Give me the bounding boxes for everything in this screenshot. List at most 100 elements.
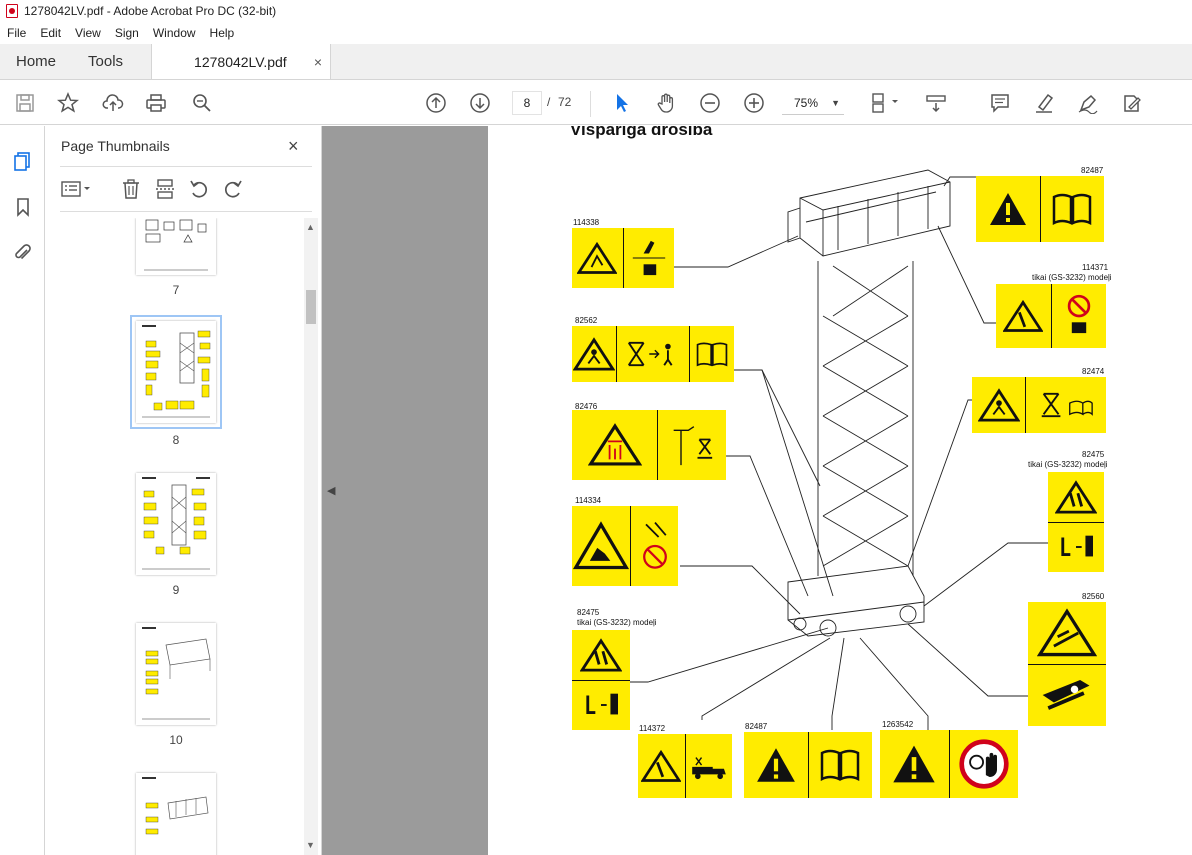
menu-edit[interactable]: Edit [33,26,68,40]
print-icon[interactable] [144,91,168,115]
thumbnail-page-selected[interactable] [130,315,222,429]
prohibited-symbol-icon [1052,284,1107,348]
decal-82476 [572,410,726,480]
tab-home[interactable]: Home [0,44,72,79]
crush-hazard-icon [572,630,630,681]
highlight-pen-icon[interactable] [1032,91,1056,115]
battery-explosion-warning-icon [572,506,632,586]
fall-warning-icon [972,377,1027,433]
tab-document[interactable]: 1278042LV.pdf × [151,44,332,79]
decal-82560 [1028,602,1106,726]
menu-help[interactable]: Help [203,26,242,40]
panel-divider [60,166,312,167]
hand-tool-icon[interactable] [654,91,678,115]
no-operation-hand-icon [950,730,1019,798]
chevron-down-icon: ▼ [831,98,840,108]
thumbnail-label: 7 [172,283,180,297]
collapse-panel-icon[interactable]: ◀ [327,484,335,497]
scrolling-mode-icon[interactable] [924,91,948,115]
scroll-up-icon[interactable]: ▲ [306,222,315,232]
manual-book-icon [690,326,734,382]
crush-hand-warning-icon [1028,602,1106,665]
scroll-down-icon[interactable]: ▼ [306,840,315,850]
lift-and-manual-icon [1026,377,1106,433]
page-thumbnails-icon[interactable] [10,148,36,174]
scrollbar-thumb[interactable] [306,290,316,324]
page-total: 72 [558,95,572,109]
decal-note: tikai (GS-3232) modeļi [1032,273,1112,282]
zoom-in-icon[interactable] [742,91,766,115]
thumbnail-label: 8 [172,433,180,447]
next-page-icon[interactable] [468,91,492,115]
decal-1263542 [880,730,1018,798]
thumbnail-page[interactable] [136,623,216,725]
thumbnail-list: 7 8 9 10 [46,218,302,855]
decal-code: 82475 [577,608,600,617]
zoom-value: 75% [794,96,819,110]
zoom-out-icon[interactable] [698,91,722,115]
decal-114338 [572,228,674,288]
thumbnail-page[interactable] [136,773,216,855]
no-jumper-cables-icon [631,506,678,586]
search-zoom-icon[interactable] [190,91,214,115]
tab-bar: Home Tools 1278042LV.pdf × [0,44,1192,80]
document-view: ◀ Vispārīgā drošība 82487 114338 114371 … [322,126,1192,855]
upload-cloud-icon[interactable] [101,91,125,115]
pdf-page: Vispārīgā drošība 82487 114338 114371 ti… [488,126,1192,855]
thumbnail-label: 9 [172,583,180,597]
thumbnail-scrollbar[interactable]: ▲ ▼ [304,218,318,855]
manual-book-icon [1041,176,1105,242]
decal-code: 114372 [639,724,666,733]
previous-page-icon[interactable] [424,91,448,115]
decal-code: 82560 [1082,592,1105,601]
crush-warning-icon [996,284,1052,348]
tipover-warning-icon [572,228,624,288]
rotate-counterclockwise-icon[interactable] [186,176,212,202]
decal-code: 82562 [575,316,598,325]
comment-icon[interactable] [988,91,1012,115]
foot-crush-icon [572,681,630,731]
close-panel-button[interactable]: × [288,136,299,157]
thumbnail-page[interactable] [136,473,216,575]
decal-82487-bottom [744,732,872,798]
bookmark-star-icon[interactable] [56,91,80,115]
select-cursor-icon[interactable] [610,91,634,115]
rotate-clockwise-icon[interactable] [220,176,246,202]
decal-note: tikai (GS-3232) modeļi [1028,460,1108,469]
toolbar: 8 / 72 75% ▼ [0,81,1192,125]
thumbnails-panel: Page Thumbnails × 7 8 9 10 ▲ ▼ [46,126,322,855]
zoom-level-select[interactable]: 75% ▼ [782,91,844,115]
decal-114334 [572,506,678,586]
insert-page-icon[interactable] [152,176,178,202]
tipover-warning-icon [638,734,686,798]
page-separator: / [547,95,551,109]
close-tab-button[interactable]: × [314,54,322,70]
decal-82487-top [976,176,1104,242]
tab-document-label: 1278042LV.pdf [194,53,287,70]
panel-title: Page Thumbnails [61,138,170,154]
thumbnail-page[interactable] [136,218,216,275]
panel-divider [60,211,312,212]
bookmarks-icon[interactable] [10,194,36,220]
decal-114371 [996,284,1106,348]
menu-view[interactable]: View [68,26,108,40]
fall-warning-icon [572,326,618,382]
window-title: 1278042LV.pdf - Adobe Acrobat Pro DC (32… [24,4,277,18]
crush-hazard-icon [1048,472,1104,523]
warning-triangle-icon [880,730,950,798]
delete-page-icon[interactable] [118,176,144,202]
save-icon[interactable] [13,91,37,115]
tab-tools[interactable]: Tools [72,44,139,79]
decal-code: 82474 [1082,367,1105,376]
attachments-icon[interactable] [10,240,36,266]
page-display-icon[interactable] [868,91,902,115]
thumbnail-options-icon[interactable] [58,176,94,202]
menu-sign[interactable]: Sign [108,26,146,40]
transport-vehicle-icon [686,734,733,798]
sign-pen-icon[interactable] [1076,91,1100,115]
page-number-input[interactable]: 8 [512,91,542,115]
menu-file[interactable]: File [0,26,33,40]
acrobat-icon [6,4,18,18]
menu-window[interactable]: Window [146,26,203,40]
fill-sign-icon[interactable] [1120,91,1144,115]
